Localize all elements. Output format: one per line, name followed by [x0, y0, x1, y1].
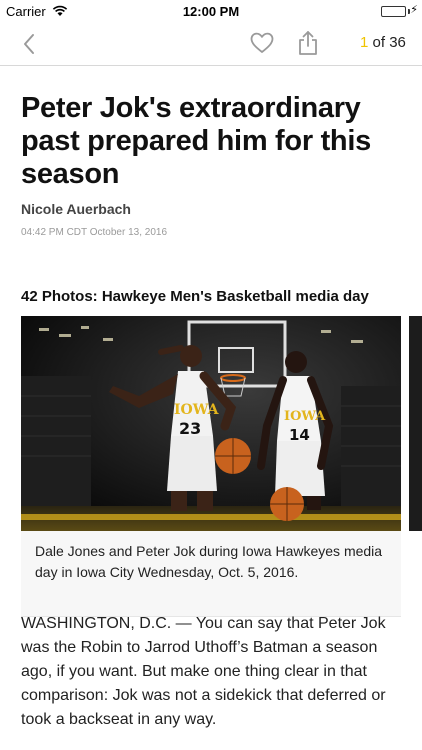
svg-text:IOWA: IOWA — [174, 402, 220, 418]
charging-icon: ⚡ — [410, 4, 418, 16]
clock: 12:00 PM — [182, 4, 240, 19]
counter-total: of 36 — [368, 34, 406, 51]
gallery-counter: 1 of 36 — [360, 34, 406, 51]
battery-icon — [381, 6, 406, 17]
gallery-photo[interactable]: IOWA 23 IOWA 14 — [21, 316, 401, 531]
photo-caption-box: Dale Jones and Peter Jok during Iowa Haw… — [21, 531, 401, 617]
svg-text:14: 14 — [289, 426, 310, 444]
article-author[interactable]: Nicole Auerbach — [21, 201, 131, 217]
svg-text:IOWA: IOWA — [284, 409, 326, 424]
share-icon[interactable] — [296, 29, 320, 57]
next-photo-peek[interactable] — [409, 316, 422, 531]
nav-bar: 1 of 36 — [0, 22, 422, 66]
status-bar: Carrier 12:00 PM ⚡ — [0, 0, 422, 22]
photo-gallery[interactable]: IOWA 23 IOWA 14 Dale Jones and Peter Jok… — [21, 316, 401, 617]
back-chevron-icon[interactable] — [18, 30, 42, 58]
heart-icon[interactable] — [249, 31, 275, 55]
article-headline: Peter Jok's extraordinary past prepared … — [21, 92, 371, 190]
article-timestamp: 04:42 PM CDT October 13, 2016 — [21, 227, 168, 238]
gallery-title[interactable]: 42 Photos: Hawkeye Men's Basketball medi… — [21, 288, 369, 305]
basketball-players-image: IOWA 23 IOWA 14 — [21, 316, 401, 531]
svg-text:23: 23 — [179, 419, 201, 438]
photo-caption: Dale Jones and Peter Jok during Iowa Haw… — [35, 543, 383, 580]
article-body: WASHINGTON, D.C. — You can say that Pete… — [21, 615, 386, 728]
